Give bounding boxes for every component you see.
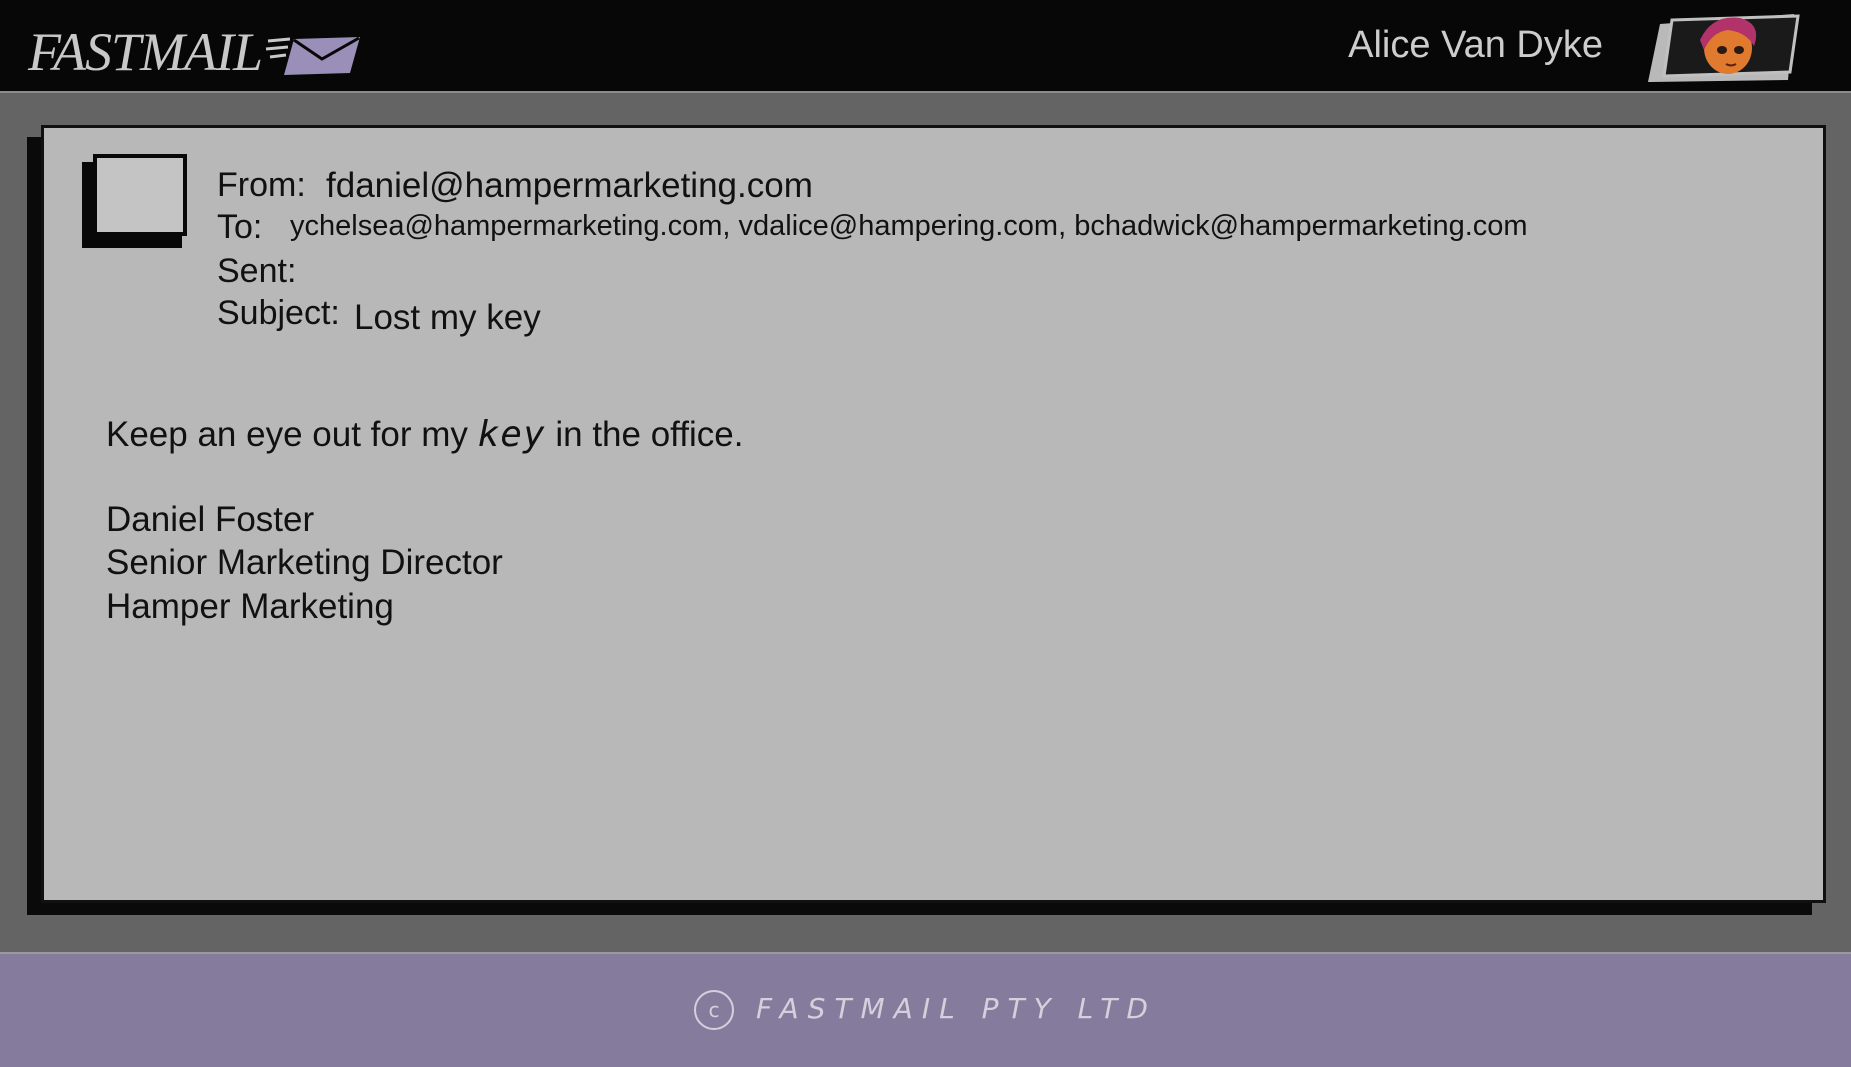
user-name[interactable]: Alice Van Dyke: [1348, 22, 1603, 68]
sent-label: Sent:: [217, 252, 297, 290]
signature-name: Daniel Foster: [106, 500, 315, 539]
copyright-text: FASTMAIL PTY LTD: [756, 992, 1157, 1025]
logo-text: FASTMAIL: [28, 22, 263, 82]
copyright-notice: c FASTMAIL PTY LTD: [0, 984, 1851, 1034]
copyright-icon: c: [694, 990, 735, 1030]
avatar-icon[interactable]: [1642, 10, 1802, 86]
to-label: To:: [217, 208, 263, 246]
sender-photo-placeholder-icon: [82, 154, 187, 248]
footer: c FASTMAIL PTY LTD: [0, 952, 1851, 1067]
top-bar: FASTMAIL Alice Van Dyke: [0, 0, 1851, 93]
from-label: From:: [217, 166, 306, 204]
handwritten-word: key: [477, 414, 546, 455]
signature-company: Hamper Marketing: [106, 587, 394, 626]
subject-label: Subject:: [217, 294, 340, 332]
signature-title: Senior Marketing Director: [106, 543, 503, 582]
from-value[interactable]: fdaniel@hampermarketing.com: [326, 166, 813, 206]
email-card: From: fdaniel@hampermarketing.com To: yc…: [41, 125, 1826, 903]
fastmail-logo[interactable]: FASTMAIL: [28, 22, 364, 82]
email-body-text: Keep an eye out for my key in the office…: [106, 414, 743, 456]
subject-value: Lost my key: [354, 298, 541, 337]
body-prefix: Keep an eye out for my: [106, 415, 478, 454]
body-suffix: in the office.: [545, 415, 744, 454]
envelope-icon: [265, 36, 361, 75]
to-value[interactable]: ychelsea@hampermarketing.com, vdalice@ha…: [290, 210, 1528, 243]
